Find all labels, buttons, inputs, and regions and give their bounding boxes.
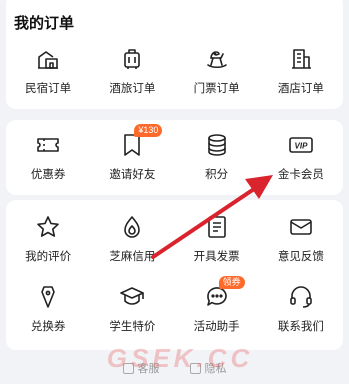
- orders-section-title: 我的订单: [14, 15, 75, 32]
- hotel-orders-button[interactable]: 酒店订单: [259, 46, 343, 96]
- my-reviews-button[interactable]: 我的评价: [6, 214, 90, 264]
- vip-card-text: VIP: [294, 142, 308, 151]
- privacy-icon: [189, 362, 201, 374]
- gold-membership-button[interactable]: VIP 金卡会员: [259, 132, 343, 182]
- ticket-orders-button[interactable]: 门票订单: [175, 46, 259, 96]
- invoice-icon: [204, 214, 230, 240]
- redeem-voucher-button[interactable]: 兑换券: [6, 284, 90, 334]
- issue-invoice-label: 开具发票: [193, 251, 240, 263]
- house-icon: [35, 46, 61, 72]
- contact-us-label: 联系我们: [277, 321, 324, 333]
- invite-friends-button[interactable]: ¥130 邀请好友: [90, 124, 174, 182]
- services-card: 我的评价 芝麻信用 开具发票 意见反馈 兑换券 学生特价 领券 活动助手 联系我…: [6, 200, 343, 350]
- event-assistant-label: 活动助手: [193, 321, 240, 333]
- points-label: 积分: [205, 169, 229, 181]
- privacy-link[interactable]: 隐私: [189, 360, 227, 376]
- voucher-tag-icon: [35, 284, 61, 310]
- ticket-orders-label: 门票订单: [193, 83, 240, 95]
- student-deals-label: 学生特价: [109, 321, 156, 333]
- benefits-grid: 优惠券 ¥130 邀请好友 积分 VIP 金卡会员: [6, 124, 343, 182]
- sesame-icon: [119, 214, 145, 240]
- orders-card: 我的订单 民宿订单 酒旅订单 门票订单 酒店订单: [6, 0, 343, 109]
- contact-us-button[interactable]: 联系我们: [259, 284, 343, 334]
- coupons-label: 优惠券: [30, 169, 66, 181]
- rocking-horse-icon: [204, 46, 230, 72]
- sesame-credit-label: 芝麻信用: [109, 251, 156, 263]
- hotel-travel-orders-label: 酒旅订单: [109, 83, 156, 95]
- mail-icon: [288, 214, 314, 240]
- customer-service-link[interactable]: 客服: [122, 360, 160, 376]
- points-button[interactable]: 积分: [175, 132, 259, 182]
- privacy-label: 隐私: [204, 363, 227, 375]
- my-reviews-label: 我的评价: [25, 251, 72, 263]
- homestay-orders-button[interactable]: 民宿订单: [6, 46, 90, 96]
- star-icon: [35, 214, 61, 240]
- customer-service-icon: [122, 362, 134, 374]
- invite-reward-badge: ¥130: [134, 124, 163, 137]
- hotel-travel-orders-button[interactable]: 酒旅订单: [90, 46, 174, 96]
- footer-links: 客服 隐私: [0, 352, 349, 384]
- hotel-orders-label: 酒店订单: [277, 83, 324, 95]
- homestay-orders-label: 民宿订单: [25, 83, 72, 95]
- event-assistant-button[interactable]: 领券 活动助手: [175, 276, 259, 334]
- sesame-credit-button[interactable]: 芝麻信用: [90, 214, 174, 264]
- invite-friends-label: 邀请好友: [109, 169, 156, 181]
- benefits-card: 优惠券 ¥130 邀请好友 积分 VIP 金卡会员: [6, 120, 343, 195]
- claim-coupon-badge: 领券: [218, 276, 245, 289]
- redeem-voucher-label: 兑换券: [30, 321, 66, 333]
- luggage-icon: [119, 46, 145, 72]
- student-deals-button[interactable]: 学生特价: [90, 284, 174, 334]
- graduation-cap-icon: [119, 284, 145, 310]
- headset-icon: [288, 284, 314, 310]
- services-grid: 我的评价 芝麻信用 开具发票 意见反馈 兑换券 学生特价 领券 活动助手 联系我…: [6, 214, 343, 334]
- gold-membership-label: 金卡会员: [277, 169, 324, 181]
- feedback-button[interactable]: 意见反馈: [259, 214, 343, 264]
- issue-invoice-button[interactable]: 开具发票: [175, 214, 259, 264]
- coupons-button[interactable]: 优惠券: [6, 132, 90, 182]
- hotel-building-icon: [288, 46, 314, 72]
- coins-stack-icon: [204, 132, 230, 158]
- feedback-label: 意见反馈: [277, 251, 324, 263]
- vip-card-icon: VIP: [288, 132, 314, 158]
- orders-grid: 民宿订单 酒旅订单 门票订单 酒店订单: [6, 46, 343, 96]
- ticket-icon: [35, 132, 61, 158]
- customer-service-label: 客服: [137, 363, 160, 375]
